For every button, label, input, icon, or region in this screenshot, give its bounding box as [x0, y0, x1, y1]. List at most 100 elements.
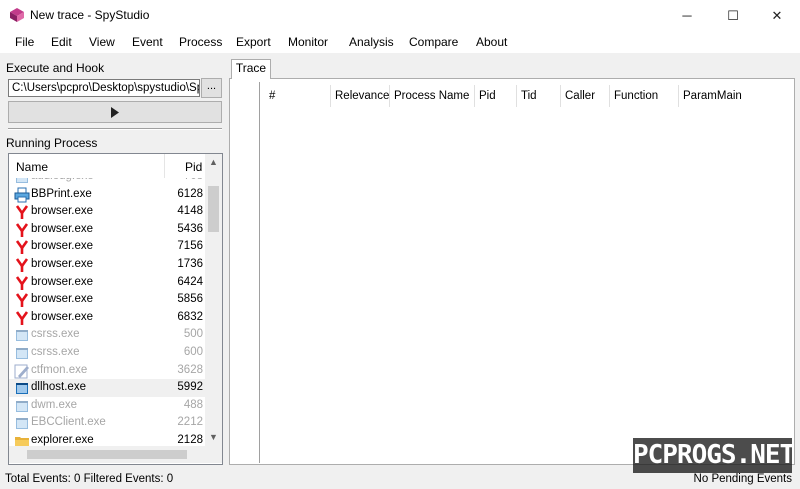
menu-about[interactable]: About — [476, 35, 507, 49]
column-header-tid[interactable]: Tid — [521, 90, 537, 102]
play-icon — [111, 106, 119, 118]
vertical-scrollbar[interactable]: ▲ ▼ — [205, 154, 222, 446]
event-count-status: Total Events: 0 Filtered Events: 0 — [5, 473, 174, 485]
process-name: browser.exe — [31, 257, 94, 270]
process-pid: 6128 — [177, 187, 203, 200]
close-button[interactable]: ✕ — [754, 0, 800, 31]
process-name: browser.exe — [31, 275, 94, 288]
process-pid: 2128 — [177, 433, 203, 446]
app-icon — [14, 415, 30, 431]
process-row[interactable]: browser.exe 6832 — [9, 309, 205, 327]
process-pid: 2212 — [177, 416, 203, 429]
process-name: browser.exe — [31, 222, 94, 235]
row-header-column — [234, 82, 260, 463]
menu-monitor[interactable]: Monitor — [288, 35, 328, 49]
column-header-function[interactable]: Function — [614, 90, 658, 102]
process-pid: 5992 — [177, 381, 203, 394]
process-pid: 6424 — [177, 275, 203, 288]
scroll-down-icon[interactable]: ▼ — [205, 429, 222, 446]
title-bar: New trace - SpyStudio ─ ☐ ✕ — [0, 0, 800, 31]
menu-export[interactable]: Export — [236, 35, 271, 49]
process-row[interactable]: browser.exe 5436 — [9, 221, 205, 239]
process-pid: 500 — [183, 328, 203, 341]
process-pid: 5436 — [177, 222, 203, 235]
column-divider — [164, 154, 165, 178]
menu-event[interactable]: Event — [132, 35, 163, 49]
process-name: ctfmon.exe — [31, 363, 88, 376]
process-pid: 6832 — [177, 310, 203, 323]
process-pid: 7156 — [177, 240, 203, 253]
process-name: csrss.exe — [31, 328, 80, 341]
run-button[interactable] — [8, 101, 222, 123]
minimize-button[interactable]: ─ — [664, 0, 710, 31]
horizontal-scrollbar[interactable] — [9, 446, 205, 463]
process-row[interactable]: dllhost.exe 5992 — [9, 379, 205, 397]
column-divider — [330, 85, 331, 107]
yandex-icon — [14, 204, 30, 220]
scroll-thumb[interactable] — [208, 186, 219, 232]
app-icon — [14, 345, 30, 361]
process-row[interactable]: browser.exe 7156 — [9, 238, 205, 256]
process-name: browser.exe — [31, 293, 94, 306]
executable-path-input[interactable]: C:\Users\pcpro\Desktop\spystudio\Sp — [8, 79, 200, 97]
left-panel: Execute and Hook C:\Users\pcpro\Desktop\… — [5, 57, 223, 465]
yandex-icon — [14, 292, 30, 308]
column-header-pid[interactable]: Pid — [185, 160, 202, 174]
process-row[interactable]: browser.exe 4148 — [9, 203, 205, 221]
process-row[interactable]: browser.exe 5856 — [9, 291, 205, 309]
maximize-button[interactable]: ☐ — [710, 0, 756, 31]
spystudio-logo-icon — [10, 8, 24, 22]
process-name: EBCClient.exe — [31, 416, 106, 429]
process-row[interactable]: dwm.exe 488 — [9, 397, 205, 415]
process-row[interactable]: ctfmon.exe 3628 — [9, 362, 205, 380]
process-list-header: Name Pid — [9, 154, 205, 178]
column-header-name[interactable]: Name — [16, 160, 48, 174]
process-row[interactable]: browser.exe 6424 — [9, 274, 205, 292]
column-divider — [678, 85, 679, 107]
column-divider — [474, 85, 475, 107]
column-divider — [560, 85, 561, 107]
printer-icon — [14, 187, 30, 203]
window-title: New trace - SpyStudio — [30, 8, 150, 22]
process-row[interactable]: BBPrint.exe 6128 — [9, 186, 205, 204]
process-name: explorer.exe — [31, 433, 94, 446]
column-header-index[interactable]: # — [269, 90, 275, 102]
menu-bar: File Edit View Event Process Export Moni… — [0, 31, 800, 53]
pending-events-status: No Pending Events — [693, 473, 792, 485]
yandex-icon — [14, 222, 30, 238]
horizontal-scroll-thumb[interactable] — [27, 450, 187, 459]
column-header-param-main[interactable]: ParamMain — [683, 90, 742, 102]
column-header-relevance[interactable]: Relevance — [335, 90, 389, 102]
trace-panel: Trace # Relevance Process Name Pid Tid C… — [229, 58, 795, 465]
menu-process[interactable]: Process — [179, 35, 222, 49]
menu-edit[interactable]: Edit — [51, 35, 72, 49]
process-row[interactable]: csrss.exe 500 — [9, 326, 205, 344]
process-name: browser.exe — [31, 205, 94, 218]
process-row[interactable]: EBCClient.exe 2212 — [9, 414, 205, 432]
column-header-process-name[interactable]: Process Name — [394, 90, 469, 102]
yandex-icon — [14, 239, 30, 255]
running-process-header: Running Process — [6, 136, 98, 150]
yandex-icon — [14, 275, 30, 291]
menu-view[interactable]: View — [89, 35, 115, 49]
column-header-pid[interactable]: Pid — [479, 90, 496, 102]
browse-button[interactable]: ... — [201, 78, 222, 98]
process-row[interactable]: csrss.exe 600 — [9, 344, 205, 362]
app-icon — [14, 380, 30, 396]
scroll-corner — [205, 446, 222, 463]
process-name: csrss.exe — [31, 345, 80, 358]
process-row[interactable]: browser.exe 1736 — [9, 256, 205, 274]
menu-file[interactable]: File — [15, 35, 34, 49]
column-divider — [609, 85, 610, 107]
column-header-caller[interactable]: Caller — [565, 90, 595, 102]
process-name: dllhost.exe — [31, 381, 86, 394]
process-list[interactable]: audiodg.exe708BBPrint.exe6128browser.exe… — [8, 153, 223, 465]
app-icon — [14, 398, 30, 414]
tab-trace[interactable]: Trace — [231, 59, 271, 79]
menu-compare[interactable]: Compare — [409, 35, 458, 49]
panel-splitter[interactable] — [224, 57, 228, 465]
scroll-up-icon[interactable]: ▲ — [205, 154, 222, 171]
menu-analysis[interactable]: Analysis — [349, 35, 394, 49]
trace-tab-content: # Relevance Process Name Pid Tid Caller … — [229, 78, 795, 465]
process-pid: 4148 — [177, 205, 203, 218]
